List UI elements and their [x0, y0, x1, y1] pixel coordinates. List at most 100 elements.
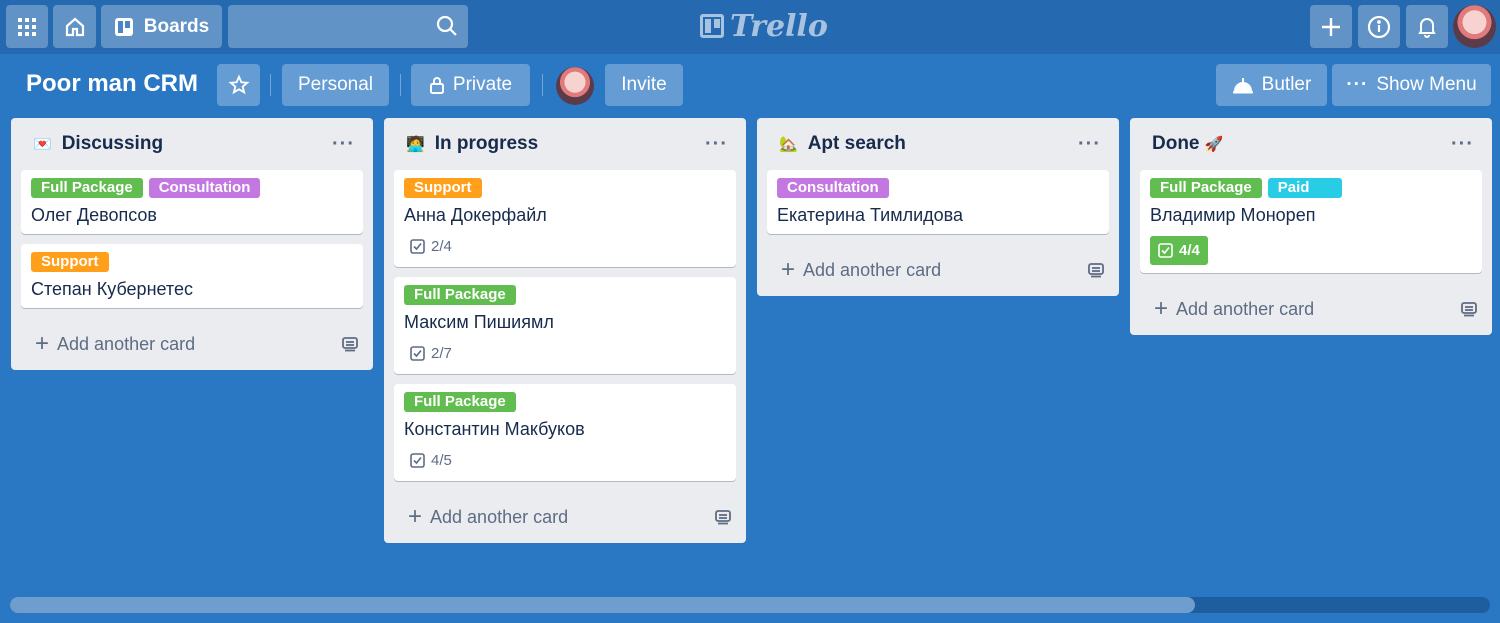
card-title: Анна Докерфайл: [404, 205, 547, 225]
card-title: Степан Кубернетес: [31, 279, 193, 299]
list-title[interactable]: Discussing: [62, 133, 326, 155]
card[interactable]: Full Package Константин Макбуков 4/5: [394, 384, 736, 481]
list-menu-button[interactable]: ···: [1445, 133, 1480, 156]
info-icon: [1367, 15, 1391, 38]
checklist-badge: 4/5: [404, 450, 458, 471]
personal-label: Personal: [298, 74, 373, 95]
card[interactable]: Full Package Consultation Олег Девопсов: [21, 170, 363, 234]
list-done: Done 🚀 ··· Full Package Paid Владимир Мо…: [1130, 118, 1492, 335]
boards-button[interactable]: Boards: [101, 5, 222, 48]
board-icon: [114, 17, 133, 36]
user-avatar[interactable]: [1453, 5, 1496, 48]
search-field[interactable]: [228, 5, 468, 48]
label-sky[interactable]: Paid: [1267, 178, 1342, 198]
rocket-icon: 🚀: [1204, 136, 1224, 153]
list-title[interactable]: Done 🚀: [1152, 133, 1445, 155]
list-header[interactable]: Done 🚀 ···: [1130, 118, 1492, 170]
card[interactable]: Consultation Екатерина Тимлидова: [767, 170, 1109, 234]
search-icon: [436, 15, 457, 36]
add-card-label: Add another card: [1176, 298, 1315, 319]
add-card-button[interactable]: + Add another card: [757, 244, 1119, 296]
show-menu-label: Show Menu: [1376, 74, 1477, 95]
house-icon: 🏡: [779, 136, 798, 153]
create-button[interactable]: [1310, 5, 1352, 48]
checklist-icon: [410, 453, 425, 468]
card-template-icon[interactable]: [1460, 301, 1478, 317]
card-template-icon[interactable]: [714, 509, 732, 525]
list-menu-button[interactable]: ···: [326, 133, 361, 156]
board-title[interactable]: Poor man CRM: [26, 70, 198, 98]
label-orange[interactable]: Support: [404, 178, 482, 198]
list-header[interactable]: 🧑‍💻 In progress ···: [384, 118, 746, 170]
label-green[interactable]: Full Package: [1150, 178, 1262, 198]
horizontal-scrollbar-thumb[interactable]: [10, 597, 1195, 613]
invite-label: Invite: [621, 74, 667, 95]
checklist-count: 2/7: [431, 345, 452, 362]
card-title: Владимир Монореп: [1150, 205, 1316, 225]
private-label: Private: [452, 74, 513, 95]
add-card-button[interactable]: + Add another card: [1130, 283, 1492, 335]
label-green[interactable]: Full Package: [404, 285, 516, 305]
home-button[interactable]: [53, 5, 96, 48]
card-template-icon[interactable]: [1087, 262, 1105, 278]
personal-team-button[interactable]: Personal: [282, 64, 389, 106]
list-title[interactable]: Apt search: [808, 133, 1072, 155]
checklist-count: 4/5: [431, 452, 452, 469]
list-menu-button[interactable]: ···: [699, 133, 734, 156]
checklist-badge: 2/7: [404, 343, 458, 364]
add-card-button[interactable]: + Add another card: [384, 491, 746, 543]
star-board-button[interactable]: [217, 64, 260, 106]
card-title: Максим Пишиямл: [404, 312, 554, 332]
add-card-label: Add another card: [803, 259, 942, 280]
lock-icon: [429, 77, 444, 94]
invite-button[interactable]: Invite: [605, 64, 683, 106]
bell-icon: [1418, 17, 1436, 38]
member-avatar[interactable]: [556, 67, 594, 105]
logo-text: Trello: [730, 8, 828, 44]
plus-icon: +: [408, 503, 423, 530]
checklist-count: 4/4: [1179, 242, 1200, 259]
technologist-icon: 🧑‍💻: [406, 136, 425, 153]
plus-icon: +: [1154, 295, 1169, 322]
star-icon: [227, 74, 250, 95]
list-apt-search: 🏡 Apt search ··· Consultation Екатерина …: [757, 118, 1119, 296]
label-green[interactable]: Full Package: [31, 178, 143, 198]
butler-bell-icon: [1232, 78, 1253, 94]
label-green[interactable]: Full Package: [404, 392, 516, 412]
label-purple[interactable]: Consultation: [148, 178, 261, 198]
butler-label: Butler: [1261, 74, 1312, 95]
list-header[interactable]: 💌 Discussing ···: [11, 118, 373, 170]
butler-button[interactable]: Butler: [1216, 64, 1327, 106]
label-purple[interactable]: Consultation: [777, 178, 889, 198]
add-card-button[interactable]: + Add another card: [11, 318, 373, 370]
plus-icon: [1322, 17, 1340, 36]
trello-logo[interactable]: Trello: [700, 8, 828, 44]
boards-label: Boards: [143, 15, 210, 37]
card-title: Екатерина Тимлидова: [777, 205, 964, 225]
checklist-count: 2/4: [431, 238, 452, 255]
list-menu-button[interactable]: ···: [1072, 133, 1107, 156]
apps-grid-button[interactable]: [6, 5, 48, 48]
top-navigation-bar: Boards Trello: [0, 0, 1500, 54]
card[interactable]: Full Package Максим Пишиямл 2/7: [394, 277, 736, 374]
card[interactable]: Support Анна Докерфайл 2/4: [394, 170, 736, 267]
list-header[interactable]: 🏡 Apt search ···: [757, 118, 1119, 170]
card-template-icon[interactable]: [341, 336, 359, 352]
visibility-button[interactable]: Private: [411, 64, 530, 106]
card[interactable]: Full Package Paid Владимир Монореп 4/4: [1140, 170, 1482, 273]
card[interactable]: Support Степан Кубернетес: [21, 244, 363, 308]
checklist-badge: 2/4: [404, 236, 458, 257]
notifications-button[interactable]: [1406, 5, 1448, 48]
love-letter-icon: 💌: [33, 136, 52, 153]
checklist-icon: [410, 239, 425, 254]
info-button[interactable]: [1358, 5, 1400, 48]
add-card-label: Add another card: [57, 333, 196, 354]
card-title: Константин Макбуков: [404, 419, 585, 439]
list-title[interactable]: In progress: [435, 133, 699, 155]
label-orange[interactable]: Support: [31, 252, 109, 272]
search-input[interactable]: [228, 5, 468, 48]
show-menu-button[interactable]: ··· Show Menu: [1332, 64, 1491, 106]
checklist-icon: [410, 346, 425, 361]
header-divider: [400, 74, 401, 96]
add-card-label: Add another card: [430, 506, 569, 527]
